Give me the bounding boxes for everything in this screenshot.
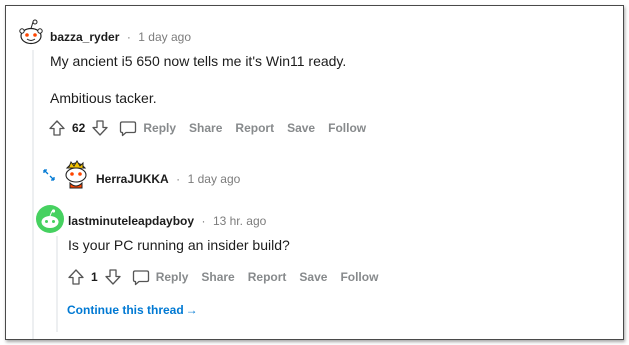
upvote-icon[interactable]: [67, 268, 85, 286]
comment-actions: 1 Reply Share Report Save Follow: [67, 268, 391, 286]
comment-bubble-icon: [119, 120, 137, 137]
reply-label: Reply: [155, 270, 189, 284]
continue-thread-label: Continue this thread: [67, 303, 184, 317]
upvote-icon[interactable]: [48, 119, 66, 137]
comment-author[interactable]: lastminuteleapdayboy: [68, 214, 194, 228]
meta-separator: ·: [126, 30, 131, 44]
continue-thread-link[interactable]: Continue this thread →: [67, 303, 198, 317]
thread-line[interactable]: [56, 236, 58, 332]
share-button[interactable]: Share: [201, 270, 234, 284]
follow-button[interactable]: Follow: [328, 121, 366, 135]
comment-timestamp[interactable]: 1 day ago: [138, 30, 191, 44]
meta-separator: ·: [201, 214, 206, 228]
avatar[interactable]: [16, 18, 46, 48]
save-button[interactable]: Save: [287, 121, 315, 135]
downvote-icon[interactable]: [104, 268, 122, 286]
save-button[interactable]: Save: [299, 270, 327, 284]
avatar[interactable]: [60, 158, 92, 190]
follow-button[interactable]: Follow: [340, 270, 378, 284]
expand-thread-icon[interactable]: [42, 168, 56, 185]
arrow-right-icon: →: [185, 303, 198, 317]
thread-line[interactable]: [32, 50, 34, 339]
avatar[interactable]: [36, 205, 64, 233]
vote-count: 62: [72, 121, 86, 135]
comment-timestamp[interactable]: 1 day ago: [188, 172, 241, 186]
comment-bubble-icon: [132, 269, 150, 286]
comment-thread: bazza_ryder · 1 day ago My ancient i5 65…: [5, 5, 624, 340]
comment-author[interactable]: HerraJUKKA: [96, 172, 169, 186]
report-button[interactable]: Report: [248, 270, 287, 284]
reply-button[interactable]: Reply: [119, 120, 176, 137]
vote-count: 1: [91, 270, 98, 284]
reply-button[interactable]: Reply: [132, 269, 189, 286]
snoo-avatar-icon: [41, 209, 59, 228]
snoo-avatar-icon: [65, 160, 87, 189]
snoo-avatar-icon: [19, 19, 43, 45]
report-button[interactable]: Report: [235, 121, 274, 135]
share-button[interactable]: Share: [189, 121, 222, 135]
comment-body-line: Is your PC running an insider build?: [68, 237, 290, 253]
comment-timestamp[interactable]: 13 hr. ago: [213, 214, 266, 228]
comment-body-line: Ambitious tacker.: [50, 90, 157, 106]
downvote-icon[interactable]: [91, 119, 109, 137]
comment-actions: 62 Reply Share Report Save Follow: [48, 119, 379, 137]
meta-separator: ·: [176, 172, 181, 186]
reply-label: Reply: [143, 121, 177, 135]
comment-author[interactable]: bazza_ryder: [50, 30, 119, 44]
comment-body-line: My ancient i5 650 now tells me it's Win1…: [50, 53, 347, 69]
